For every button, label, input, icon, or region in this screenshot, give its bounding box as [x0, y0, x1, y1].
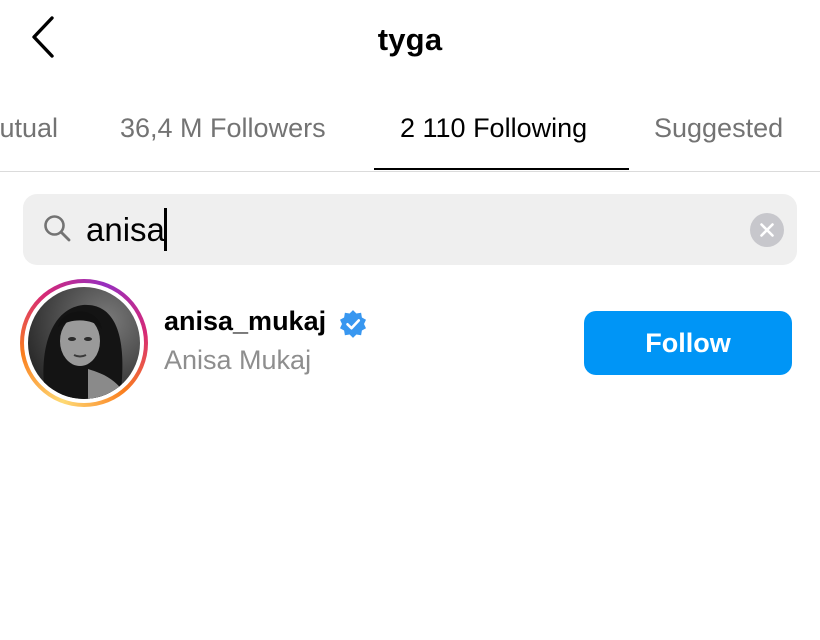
follow-button[interactable]: Follow [584, 311, 792, 375]
tab-mutual[interactable]: Mutual [0, 100, 58, 170]
tab-bar: Mutual 36,4 M Followers 2 110 Following … [0, 100, 820, 172]
verified-badge-icon [340, 310, 366, 338]
tab-followers[interactable]: 36,4 M Followers [120, 100, 326, 170]
result-username[interactable]: anisa_mukaj [164, 306, 326, 337]
text-caret [164, 208, 167, 251]
header-bar: tyga [0, 0, 820, 82]
page-title: tyga [377, 22, 443, 57]
clear-search-button[interactable] [750, 213, 784, 247]
search-icon [44, 215, 71, 242]
tab-following[interactable]: 2 110 Following [400, 100, 587, 170]
avatar-photo [28, 287, 140, 399]
tab-suggested[interactable]: Suggested [654, 100, 783, 170]
result-full-name: Anisa Mukaj [164, 345, 312, 375]
search-input[interactable] [86, 206, 726, 254]
avatar[interactable] [28, 287, 140, 399]
active-tab-indicator [374, 168, 629, 170]
clear-icon [760, 223, 774, 237]
